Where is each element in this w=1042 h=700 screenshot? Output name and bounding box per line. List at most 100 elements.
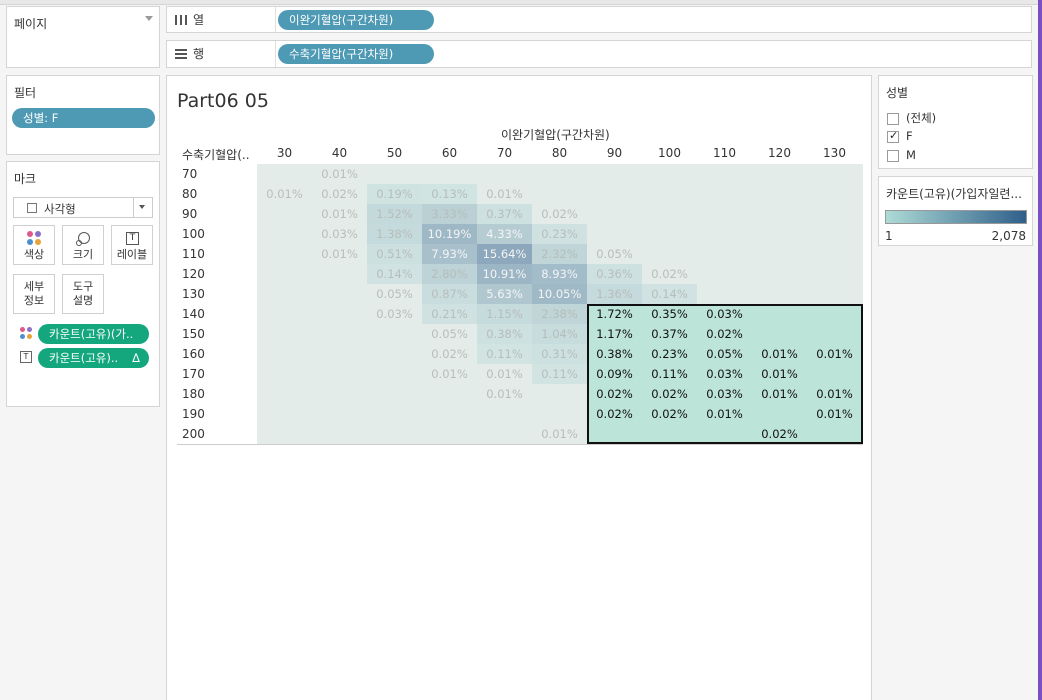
columns-shelf-label: 열 <box>175 7 204 33</box>
detail-label: 세부 정보 <box>23 280 45 307</box>
color-ramp <box>885 210 1027 224</box>
row-header-130: 130 <box>182 287 205 301</box>
sheet-title: Part06 05 <box>177 90 269 112</box>
size-button[interactable]: 크기 <box>62 225 104 265</box>
gender-option-f[interactable]: ✓ F <box>887 129 913 143</box>
heatmap-body: 0.01% 0.01% 0.02% 0.19% 0.13% 0.01% 0.01% 1.52%… <box>257 164 863 444</box>
heatmap-cell-label: 0.23% <box>651 347 688 361</box>
column-header-30: 30 <box>276 146 293 160</box>
heatmap-cell-label: 0.01% <box>706 407 743 421</box>
heatmap-cell-label: 0.03% <box>706 387 743 401</box>
heatmap-cell-label: 0.03% <box>706 367 743 381</box>
gender-option-m[interactable]: M <box>887 148 916 162</box>
window-edge <box>1038 0 1042 700</box>
row-header-150: 150 <box>182 327 205 341</box>
color-button[interactable]: 색상 <box>13 225 55 265</box>
columns-icon <box>175 15 187 25</box>
chevron-down-icon[interactable] <box>145 16 153 21</box>
row-header-200: 200 <box>182 427 205 441</box>
filter-pill-gender[interactable]: 성별: F <box>12 108 155 128</box>
column-header-70: 70 <box>496 146 513 160</box>
column-header-130: 130 <box>823 146 846 160</box>
detail-button[interactable]: 세부 정보 <box>13 274 55 314</box>
rows-shelf[interactable]: 행 수축기혈압(구간차원) <box>166 40 1032 68</box>
color-dots-icon <box>20 327 34 341</box>
row-header-180: 180 <box>182 387 205 401</box>
heatmap-cell-label: 0.01% <box>761 347 798 361</box>
column-header-90: 90 <box>606 146 623 160</box>
row-header-190: 190 <box>182 407 205 421</box>
color-legend-card: 카운트(고유)(가입자일련... 1 2,078 <box>878 176 1033 246</box>
row-header-90: 90 <box>182 207 198 221</box>
shelf-divider <box>275 41 276 67</box>
column-header-50: 50 <box>386 146 403 160</box>
heatmap-cell-label: 0.02% <box>651 407 688 421</box>
column-header-100: 100 <box>658 146 681 160</box>
heatmap-cell-label: 0.03% <box>706 307 743 321</box>
rows-icon <box>175 49 187 59</box>
row-field-header: 수축기혈압(.. <box>182 148 250 162</box>
heatmap-cell-label: 0.05% <box>706 347 743 361</box>
marks-card: 마크 사각형 색상 크기 T 레이블 세부 정보 도구 설명 카운트(고유)(가… <box>6 161 160 407</box>
rows-shelf-label: 행 <box>175 41 204 67</box>
tooltip-button[interactable]: 도구 설명 <box>62 274 104 314</box>
heatmap-cell-label: 0.01% <box>816 347 853 361</box>
top-tab-strip <box>0 0 1042 5</box>
pages-card[interactable]: 페이지 <box>6 6 160 68</box>
columns-shelf[interactable]: 열 이완기혈압(구간차원) <box>166 6 1032 33</box>
heatmap-bottom-rule <box>177 444 863 445</box>
filters-card: 필터 성별: F <box>6 75 160 155</box>
heatmap-cell-label: 0.01% <box>761 387 798 401</box>
column-header-60: 60 <box>441 146 458 160</box>
color-legend-title: 카운트(고유)(가입자일련... <box>886 187 1022 201</box>
chevron-down-icon <box>139 205 145 209</box>
tooltip-label: 도구 설명 <box>72 280 94 307</box>
text-icon: T <box>20 351 32 363</box>
heatmap-cell-label: 0.02% <box>706 327 743 341</box>
heatmap-cell-label: 1.17% <box>596 327 633 341</box>
color-legend-min: 1 <box>885 229 893 243</box>
mark-type-dropdown[interactable]: 사각형 <box>13 197 153 218</box>
column-header-120: 120 <box>768 146 791 160</box>
gender-filter-title: 성별 <box>886 86 909 100</box>
text-icon: T <box>112 230 152 248</box>
heatmap-cell-label: 0.01% <box>816 387 853 401</box>
heatmap-cell-label: 0.02% <box>596 407 633 421</box>
row-header-140: 140 <box>182 307 205 321</box>
gender-option-all[interactable]: (전체) <box>887 110 936 126</box>
heatmap-cell-label: 0.01% <box>816 407 853 421</box>
columns-pill[interactable]: 이완기혈압(구간차원) <box>278 10 434 30</box>
heatmap-cell-label: 0.35% <box>651 307 688 321</box>
row-header-100: 100 <box>182 227 205 241</box>
delta-icon: Δ <box>132 351 140 365</box>
checkbox-icon[interactable] <box>887 149 899 162</box>
square-icon <box>27 203 37 213</box>
label-field-pill[interactable]: 카운트(고유).. Δ <box>38 348 149 368</box>
row-header-80: 80 <box>182 187 198 201</box>
column-field-header: 이완기혈압(구간차원) <box>501 128 610 142</box>
heatmap-cell-label: 0.02% <box>761 427 798 441</box>
dropdown-button[interactable] <box>133 198 152 217</box>
heatmap-cell-label: 0.38% <box>596 347 633 361</box>
rows-pill[interactable]: 수축기혈압(구간차원) <box>278 44 434 64</box>
color-legend-max: 2,078 <box>991 229 1026 243</box>
heatmap-cell-label: 0.02% <box>651 387 688 401</box>
column-header-80: 80 <box>551 146 568 160</box>
checkbox-icon[interactable] <box>887 112 899 125</box>
color-field-pill[interactable]: 카운트(고유)(가.. <box>38 324 149 344</box>
row-header-110: 110 <box>182 247 205 261</box>
shelf-divider <box>275 7 276 32</box>
row-header-170: 170 <box>182 367 205 381</box>
pages-title: 페이지 <box>14 17 48 31</box>
color-dots-icon <box>14 230 54 248</box>
column-header-40: 40 <box>331 146 348 160</box>
label-button[interactable]: T 레이블 <box>111 225 153 265</box>
size-icon <box>63 230 103 248</box>
row-header-160: 160 <box>182 347 205 361</box>
checkbox-checked-icon[interactable]: ✓ <box>887 129 899 143</box>
heatmap-cell-label: 1.72% <box>596 307 633 321</box>
column-header-110: 110 <box>713 146 736 160</box>
row-header-120: 120 <box>182 267 205 281</box>
gender-filter-card: 성별 (전체) ✓ F M <box>878 75 1033 169</box>
worksheet-view: Part06 05 이완기혈압(구간차원) 수축기혈압(.. 30 40 50 60 7… <box>166 75 872 700</box>
